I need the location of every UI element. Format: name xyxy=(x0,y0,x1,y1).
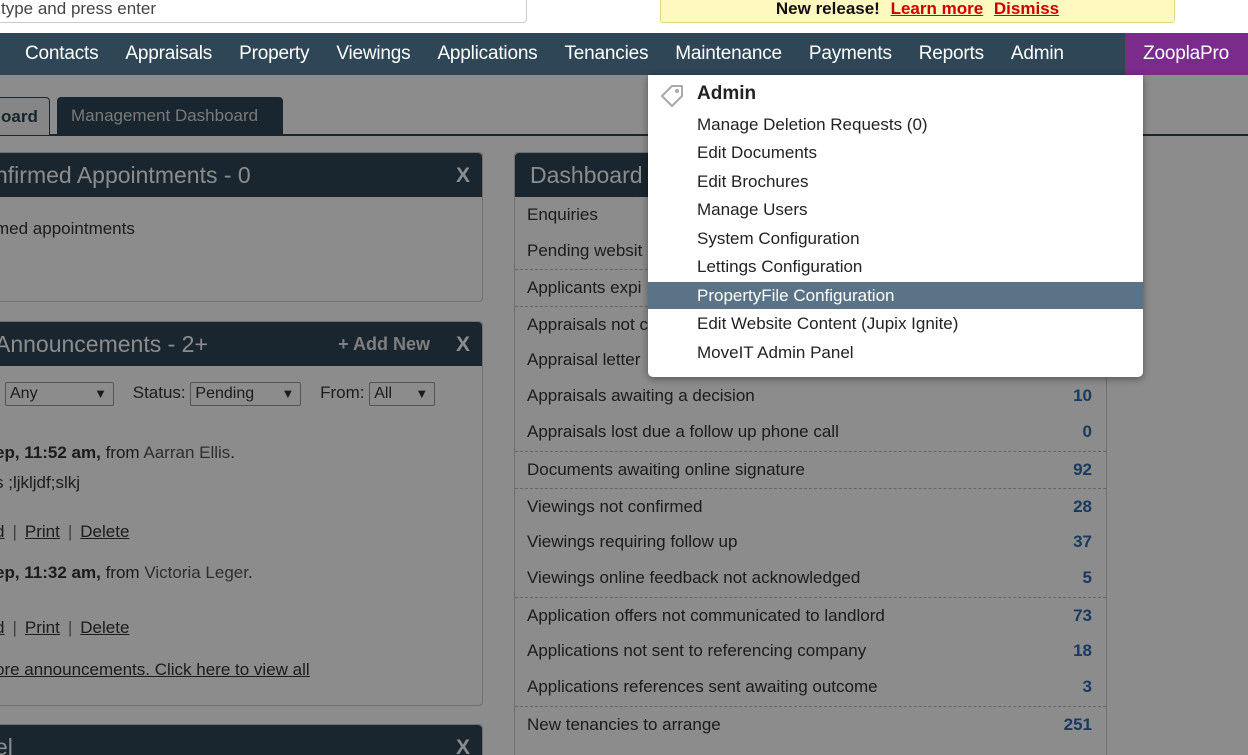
nav-maintenance[interactable]: Maintenance xyxy=(662,33,796,75)
nav-applications[interactable]: Applications xyxy=(424,33,551,75)
release-banner: New release! Learn more Dismiss xyxy=(660,0,1175,23)
nav-tenancies[interactable]: Tenancies xyxy=(551,33,662,75)
nav-viewings[interactable]: Viewings xyxy=(323,33,424,75)
menu-item-system-configuration[interactable]: System Configuration xyxy=(648,225,1143,252)
admin-dropdown-menu: Admin Manage Deletion Requests (0) Edit … xyxy=(648,75,1143,377)
menu-item-moveit-admin-panel[interactable]: MoveIT Admin Panel xyxy=(648,339,1143,366)
dismiss-link[interactable]: Dismiss xyxy=(994,0,1059,18)
nav-contacts[interactable]: Contacts xyxy=(0,33,112,75)
menu-item-manage-deletion-requests[interactable]: Manage Deletion Requests (0) xyxy=(648,111,1143,138)
nav-appraisals[interactable]: Appraisals xyxy=(112,33,226,75)
nav-admin[interactable]: Admin xyxy=(997,33,1077,75)
menu-item-edit-brochures[interactable]: Edit Brochures xyxy=(648,168,1143,195)
tag-icon xyxy=(659,83,685,114)
menu-item-lettings-configuration[interactable]: Lettings Configuration xyxy=(648,253,1143,280)
menu-item-propertyfile-configuration[interactable]: PropertyFile Configuration xyxy=(648,282,1143,309)
menu-item-manage-users[interactable]: Manage Users xyxy=(648,196,1143,223)
menu-item-edit-documents[interactable]: Edit Documents xyxy=(648,139,1143,166)
learn-more-link[interactable]: Learn more xyxy=(891,0,984,18)
nav-reports[interactable]: Reports xyxy=(905,33,997,75)
dropdown-title: Admin xyxy=(697,83,757,104)
menu-item-edit-website-content[interactable]: Edit Website Content (Jupix Ignite) xyxy=(648,310,1143,337)
main-nav: Contacts Appraisals Property Viewings Ap… xyxy=(0,33,1248,75)
nav-zooplapro[interactable]: ZooplaPro xyxy=(1125,33,1248,75)
search-input[interactable]: type and press enter xyxy=(0,0,527,23)
release-text: New release! xyxy=(775,0,880,18)
nav-payments[interactable]: Payments xyxy=(795,33,905,75)
nav-property[interactable]: Property xyxy=(226,33,323,75)
